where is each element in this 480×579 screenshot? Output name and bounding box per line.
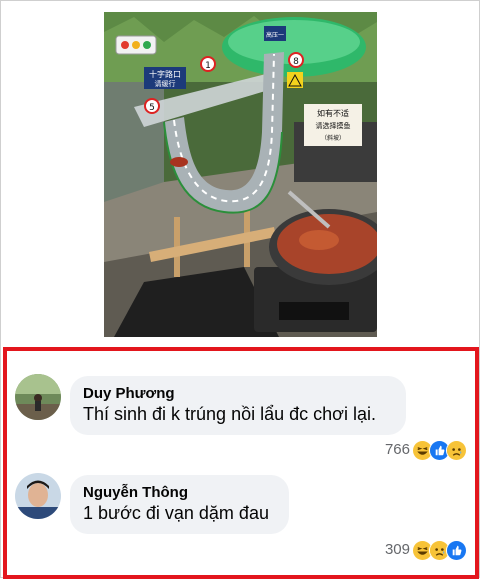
post-photo[interactable]: 十字路口 请缓行 高压一 1 5 8 如有不适 请选择摸鱼 （斜坡） <box>104 12 377 337</box>
comments-highlight-box: Duy Phương Thí sinh đi k trúng nồi lẩu đ… <box>3 347 479 579</box>
sad-reaction-icon <box>446 439 467 461</box>
like-reaction-icon <box>446 539 467 561</box>
avatar-image <box>15 473 61 519</box>
sign-crossroad-line1: 十字路口 <box>149 69 181 79</box>
sign-handwritten-line2: 请选择摸鱼 <box>316 121 351 130</box>
avatar-image <box>15 374 61 420</box>
comment-author[interactable]: Nguyễn Thông <box>83 483 276 502</box>
badge-1: 1 <box>205 61 211 71</box>
reaction-summary[interactable]: 309 <box>385 539 467 561</box>
sign-top: 高压一 <box>266 31 284 39</box>
avatar-nguyen-thong[interactable] <box>15 473 61 519</box>
comment-text: Thí sinh đi k trúng nồi lẩu đc chơi lại. <box>83 404 376 424</box>
sign-handwritten-line1: 如有不适 <box>317 108 349 118</box>
reaction-count: 766 <box>384 441 410 458</box>
reaction-summary[interactable]: 766 <box>385 439 467 461</box>
reaction-count: 309 <box>384 541 410 558</box>
comment-author[interactable]: Duy Phương <box>83 384 393 403</box>
sign-crossroad-line2: 请缓行 <box>155 79 176 88</box>
photo-scene: 十字路口 请缓行 高压一 1 5 8 如有不适 请选择摸鱼 （斜坡） <box>104 12 377 337</box>
badge-5: 5 <box>149 103 155 113</box>
avatar-duy-phuong[interactable] <box>15 374 61 420</box>
comment-text: 1 bước đi vạn dặm đau <box>83 503 269 523</box>
comment-bubble[interactable]: Duy Phương Thí sinh đi k trúng nồi lẩu đ… <box>70 376 406 435</box>
sign-handwritten-line3: （斜坡） <box>321 134 345 142</box>
badge-8: 8 <box>293 57 299 67</box>
comment-bubble[interactable]: Nguyễn Thông 1 bước đi vạn dặm đau <box>70 475 289 534</box>
